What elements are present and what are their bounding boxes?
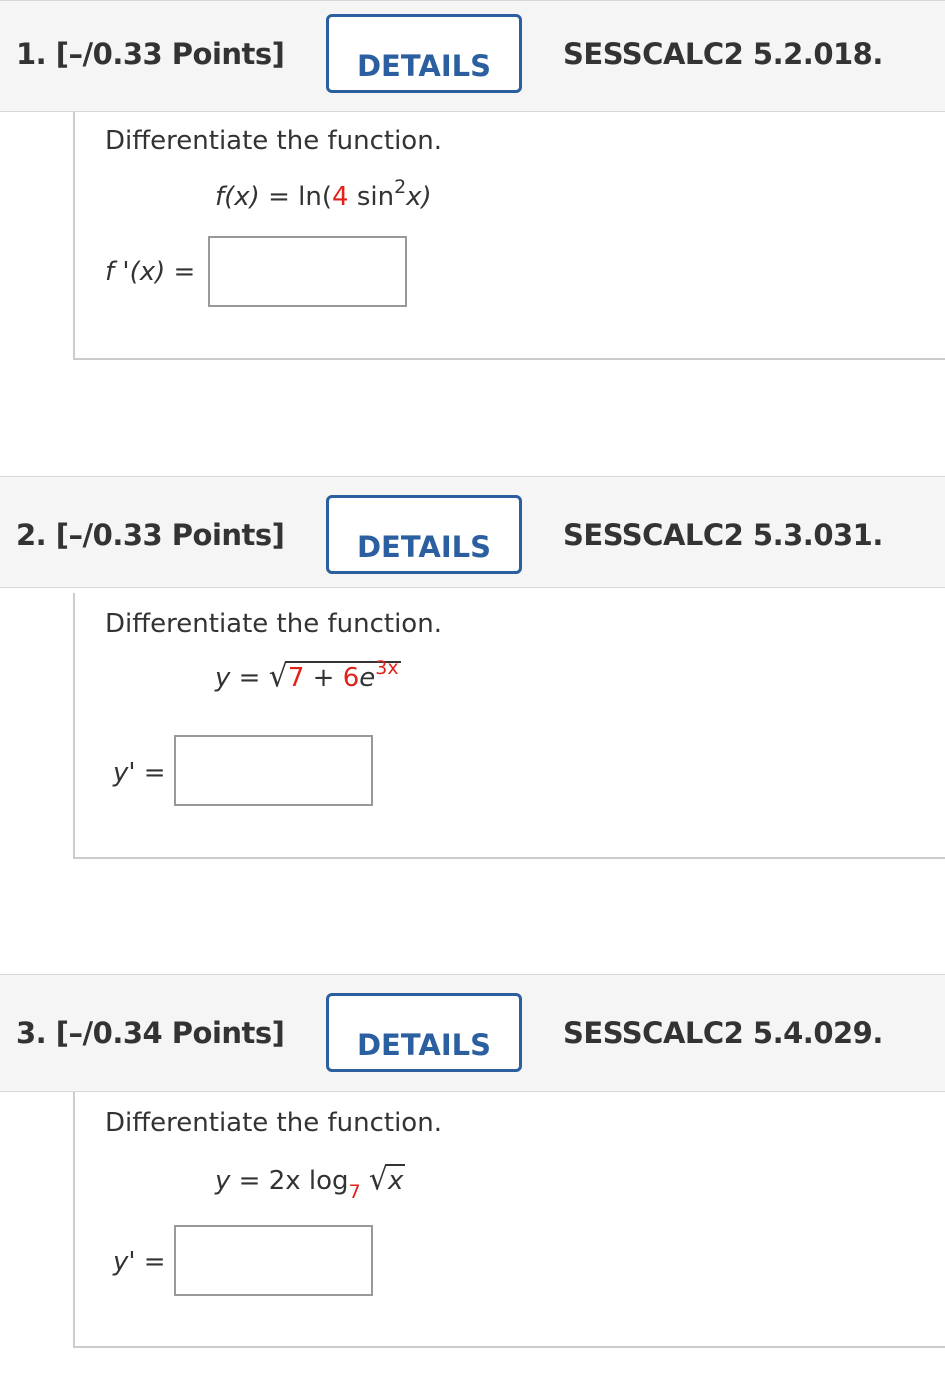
details-button[interactable]: DETAILS (326, 14, 522, 93)
question-number-points: 1. [–/0.33 Points] (16, 37, 285, 71)
question-code: SESSCALC2 5.3.031. (563, 518, 883, 552)
question-3-body: Differentiate the function. y = 2x log7 … (73, 1092, 945, 1348)
function-equation: y = √7 + 6e3x (215, 657, 401, 695)
question-2-body: Differentiate the function. y = √7 + 6e3… (73, 593, 945, 859)
question-code: SESSCALC2 5.4.029. (563, 1016, 883, 1050)
answer-input[interactable] (208, 236, 407, 307)
question-prompt: Differentiate the function. (105, 1108, 442, 1138)
sqrt-icon: √7 + 6e3x (268, 657, 401, 695)
answer-label: y' = (113, 758, 166, 788)
question-number-points: 2. [–/0.33 Points] (16, 518, 285, 552)
question-code: SESSCALC2 5.2.018. (563, 37, 883, 71)
question-2-header: 2. [–/0.33 Points] DETAILS SESSCALC2 5.3… (0, 476, 945, 588)
question-number-points: 3. [–/0.34 Points] (16, 1016, 285, 1050)
details-button[interactable]: DETAILS (326, 993, 522, 1072)
question-prompt: Differentiate the function. (105, 126, 442, 156)
question-1-body: Differentiate the function. f(x) = ln(4 … (73, 112, 945, 360)
question-3-header: 3. [–/0.34 Points] DETAILS SESSCALC2 5.4… (0, 974, 945, 1092)
sqrt-icon: √x (368, 1161, 406, 1198)
answer-label: y' = (113, 1247, 166, 1277)
answer-label: f '(x) = (105, 257, 196, 287)
answer-input[interactable] (174, 1225, 373, 1296)
question-1-header: 1. [–/0.33 Points] DETAILS SESSCALC2 5.2… (0, 0, 945, 112)
answer-input[interactable] (174, 735, 373, 806)
question-prompt: Differentiate the function. (105, 609, 442, 639)
details-button[interactable]: DETAILS (326, 495, 522, 574)
function-equation: f(x) = ln(4 sin2x) (215, 176, 432, 212)
function-equation: y = 2x log7 √x (215, 1161, 406, 1203)
